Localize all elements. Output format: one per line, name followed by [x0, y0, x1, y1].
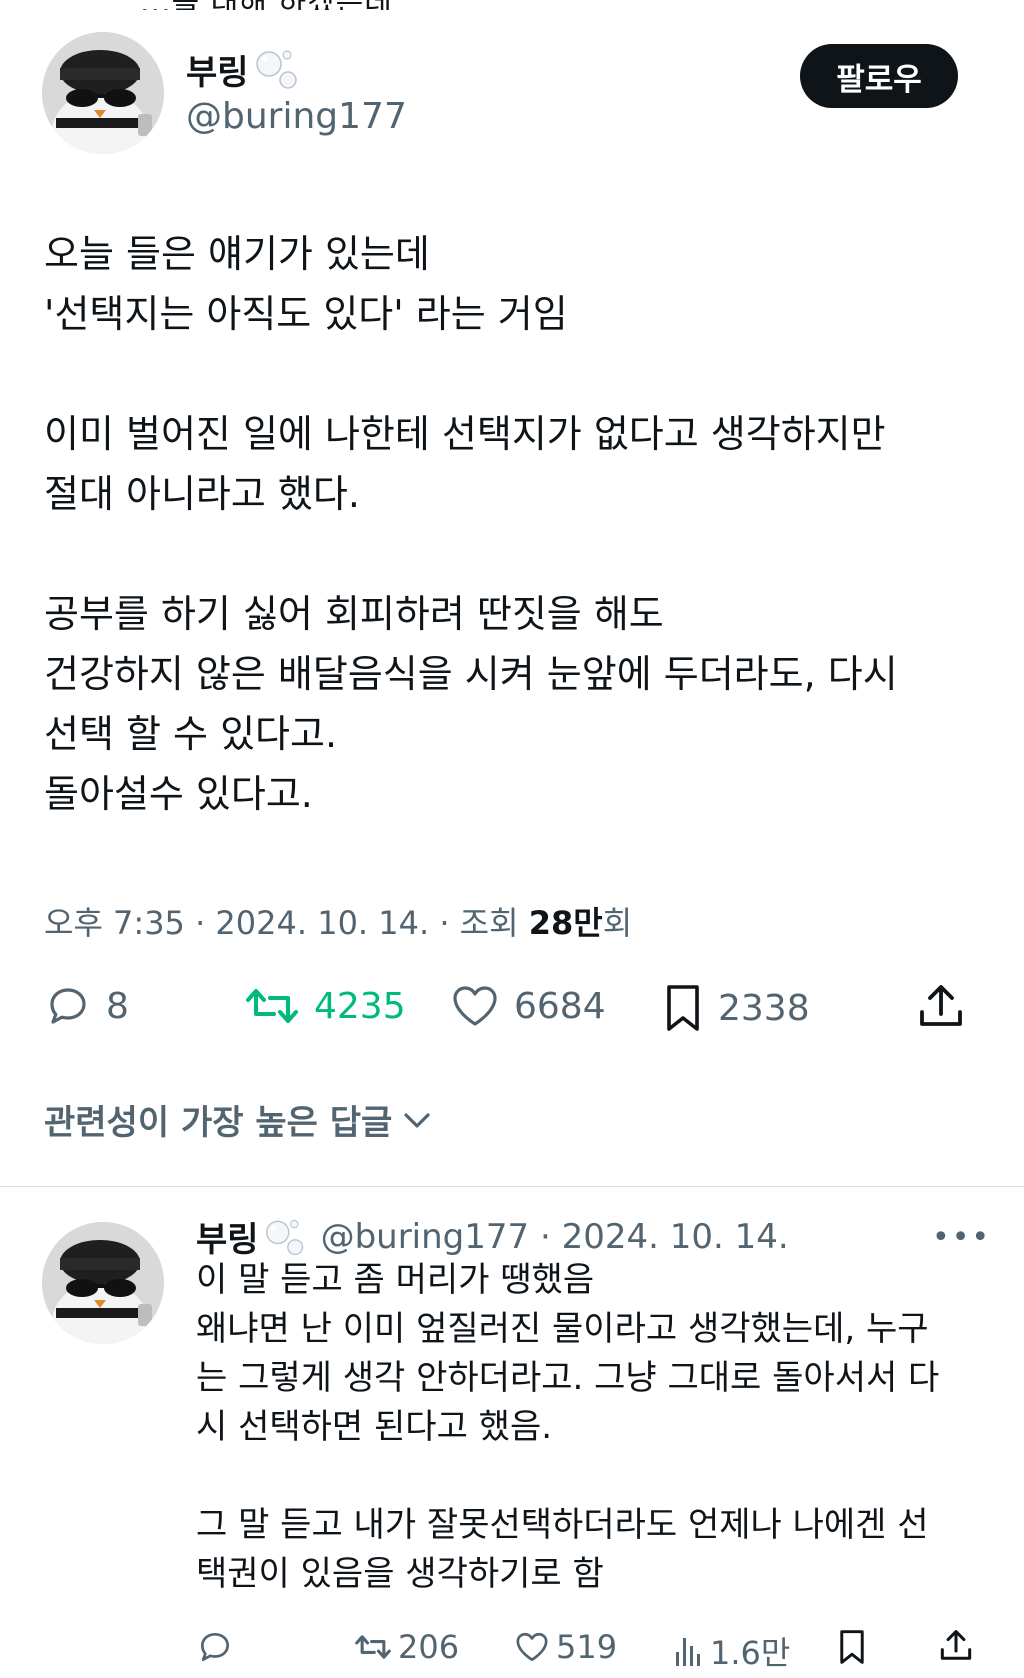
reply-display-name[interactable]: 부링 — [196, 1212, 309, 1261]
reply-line: 시 선택하면 된다고 했음. — [196, 1407, 553, 1447]
reply-line: 이 말 듣고 좀 머리가 땡했음 — [196, 1260, 595, 1300]
timestamp[interactable]: 오후 7:35 · 2024. 10. 14. · 조회 — [44, 904, 529, 942]
avatar[interactable] — [42, 32, 164, 154]
bookmark-icon — [840, 1630, 864, 1664]
reply-header: 부링 @buring177 · 2024. 10. 14. — [196, 1212, 789, 1261]
reply-avatar[interactable] — [42, 1222, 164, 1344]
reply-views-button[interactable]: 1.6만 — [674, 1628, 790, 1674]
retweet-count: 4235 — [314, 985, 406, 1027]
bookmark-icon — [667, 985, 699, 1031]
reply-button[interactable]: 8 — [44, 982, 129, 1030]
avatar-image — [42, 1222, 164, 1344]
divider — [0, 1186, 1024, 1187]
reply-share-button[interactable] — [938, 1628, 974, 1664]
reply-retweet-button[interactable]: 206 — [354, 1628, 459, 1666]
reply-text: 이 말 듣고 좀 머리가 땡했음 왜냐면 난 이미 엎질러진 물이라고 생각했는… — [196, 1256, 986, 1599]
avatar-image — [42, 32, 164, 154]
reply-view-count: 1.6만 — [710, 1634, 791, 1672]
reply-reply-button[interactable] — [196, 1628, 234, 1666]
retweet-button[interactable]: 4235 — [244, 982, 406, 1030]
heart-icon — [453, 986, 497, 1026]
reply-line: 그 말 듣고 내가 잘못선택하더라도 언제나 나에겐 선 — [196, 1505, 929, 1545]
tweet-paragraph: 이미 벌어진 일에 나한테 선택지가 없다고 생각하지만 절대 아니라고 했다. — [44, 412, 886, 516]
reply-icon — [200, 1632, 230, 1662]
reply-retweet-count: 206 — [398, 1628, 460, 1666]
display-name[interactable]: 부링 — [186, 44, 407, 94]
reply-like-count: 519 — [556, 1628, 618, 1666]
bookmark-button[interactable]: 2338 — [662, 982, 810, 1034]
like-button[interactable]: 6684 — [450, 982, 606, 1030]
tweet-paragraph: 오늘 들은 얘기가 있는데 '선택지는 아직도 있다' 라는 거임 — [44, 232, 568, 336]
follow-button[interactable]: 팔로우 — [800, 44, 958, 108]
views-count: 28만 — [528, 904, 603, 942]
reply-bookmark-button[interactable] — [836, 1628, 868, 1666]
share-icon — [940, 1630, 972, 1660]
tweet-text: 오늘 들은 얘기가 있는데 '선택지는 아직도 있다' 라는 거임 이미 벌어진… — [44, 224, 984, 824]
tweet-paragraph: 공부를 하기 싫어 회피하려 딴짓을 해도 건강하지 않은 배달음식을 시켜 눈… — [44, 592, 898, 816]
bubbles-icon — [263, 1214, 309, 1260]
chevron-down-icon — [404, 1112, 430, 1128]
bookmark-count: 2338 — [718, 987, 810, 1029]
reply-handle-date[interactable]: @buring177 · 2024. 10. 14. — [321, 1217, 789, 1257]
reply-count: 8 — [106, 985, 129, 1027]
reply-like-button[interactable]: 519 — [514, 1628, 617, 1666]
tweet-actions: 8 4235 6684 2338 — [44, 982, 984, 1042]
heart-icon — [516, 1632, 548, 1662]
reply-sort-dropdown[interactable]: 관련성이 가장 높은 답글 — [44, 1095, 434, 1144]
reply-icon — [50, 988, 86, 1024]
previous-tweet-fragment: ...을 대해 하겠는데 — [0, 0, 1024, 10]
reply-line: 는 그렇게 생각 안하더라고. 그냥 그대로 돌아서서 다 — [196, 1358, 940, 1398]
retweet-icon — [355, 1635, 391, 1659]
bubbles-icon — [253, 44, 303, 94]
like-count: 6684 — [514, 985, 606, 1027]
handle[interactable]: @buring177 — [186, 96, 407, 137]
reply-line: 택권이 있음을 생각하기로 함 — [196, 1554, 604, 1594]
reply-actions: 206 519 1.6만 — [196, 1628, 986, 1672]
share-icon — [920, 985, 962, 1026]
tweet-meta: 오후 7:35 · 2024. 10. 14. · 조회 28만회 — [44, 898, 632, 944]
views-suffix: 회 — [602, 904, 633, 942]
tweet-author: 부링 @buring177 — [186, 44, 407, 137]
more-options-icon[interactable]: ••• — [932, 1220, 991, 1255]
reply-line: 왜냐면 난 이미 엎질러진 물이라고 생각했는데, 누구 — [196, 1309, 929, 1349]
share-button[interactable] — [916, 982, 966, 1032]
analytics-icon — [676, 1638, 700, 1666]
retweet-icon — [246, 989, 298, 1023]
